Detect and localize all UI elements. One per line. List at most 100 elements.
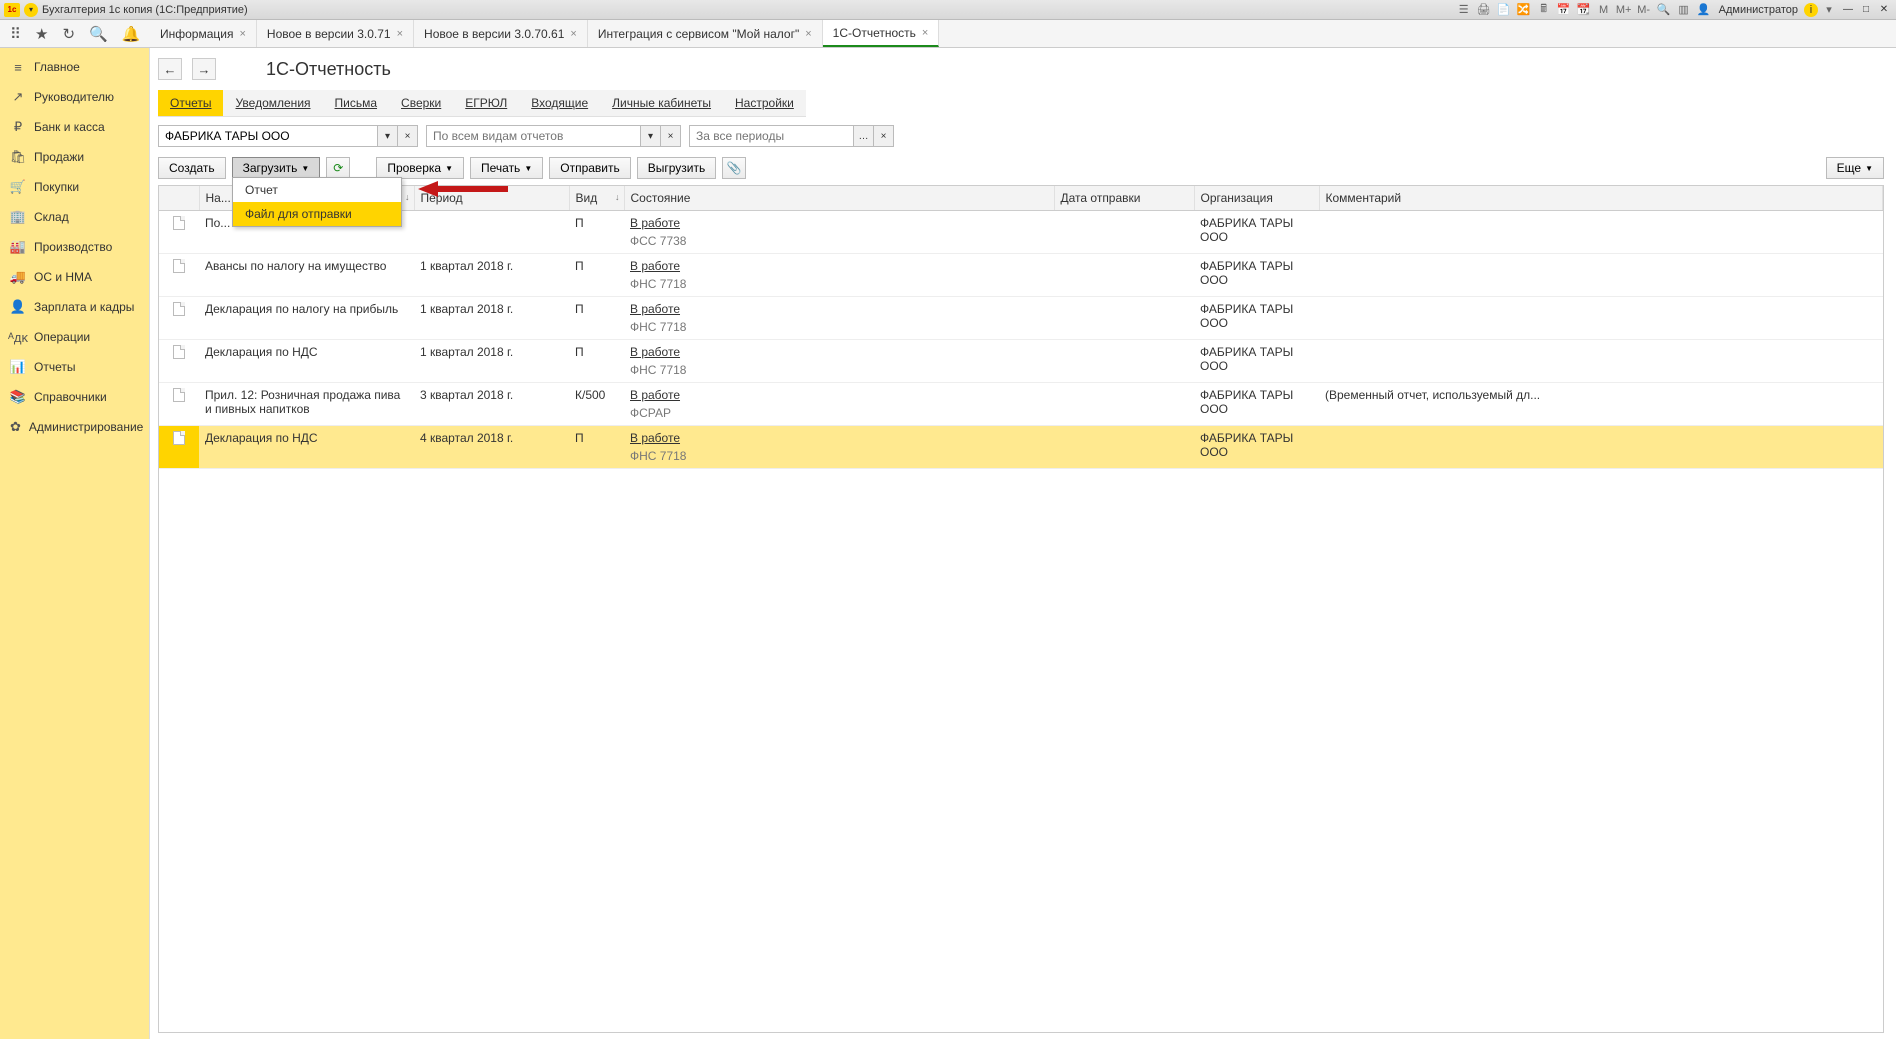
load-button[interactable]: Загрузить▼	[232, 157, 321, 179]
memory-mplus[interactable]: M+	[1615, 2, 1633, 18]
close-icon[interactable]: ×	[805, 28, 811, 40]
nav-back-button[interactable]: ←	[158, 58, 182, 80]
sidebar-item[interactable]: 👤Зарплата и кадры	[0, 292, 149, 322]
table-row[interactable]: По...ПВ работеФСС 7738ФАБРИКА ТАРЫ ООО	[159, 211, 1883, 254]
col-comment[interactable]: Комментарий	[1319, 186, 1883, 211]
maximize-icon[interactable]: □	[1858, 3, 1874, 17]
info-icon[interactable]: i	[1804, 3, 1818, 17]
more-button[interactable]: Еще▼	[1826, 157, 1884, 179]
period-more-button[interactable]: …	[854, 125, 874, 147]
table-row[interactable]: Прил. 12: Розничная продажа пива и пивны…	[159, 383, 1883, 426]
sidebar-item[interactable]: 🛍Продажи	[0, 142, 149, 172]
tab[interactable]: 1С-Отчетность×	[823, 20, 940, 47]
sidebar-item[interactable]: ≡Главное	[0, 52, 149, 82]
close-icon[interactable]: ×	[922, 27, 928, 39]
sidebar-item[interactable]: ✿Администрирование	[0, 412, 149, 442]
sidebar-item[interactable]: 🏭Производство	[0, 232, 149, 262]
subnav-item[interactable]: Входящие	[519, 90, 600, 116]
subnav-item[interactable]: Уведомления	[223, 90, 322, 116]
date-icon[interactable]: 📆	[1575, 2, 1593, 18]
dropdown-item-report[interactable]: Отчет	[233, 178, 401, 202]
unload-button[interactable]: Выгрузить	[637, 157, 717, 179]
col-org[interactable]: Организация	[1194, 186, 1319, 211]
col-icon[interactable]	[159, 186, 199, 211]
star-icon[interactable]: ★	[35, 24, 48, 44]
org-filter-input[interactable]	[158, 125, 378, 147]
print-icon[interactable]: 🖨	[1475, 2, 1493, 18]
print-button[interactable]: Печать▼	[470, 157, 543, 179]
col-date[interactable]: Дата отправки	[1054, 186, 1194, 211]
table-row[interactable]: Декларация по НДС1 квартал 2018 г.ПВ раб…	[159, 340, 1883, 383]
subnav-item[interactable]: Настройки	[723, 90, 806, 116]
compare-icon[interactable]: 🔀	[1515, 2, 1533, 18]
minimize-icon[interactable]: —	[1840, 3, 1856, 17]
state-link[interactable]: В работе	[630, 345, 1048, 359]
panel-icon[interactable]: ▥	[1675, 2, 1693, 18]
dropdown-circle-icon[interactable]: ▾	[24, 3, 38, 17]
period-clear-button[interactable]: ×	[874, 125, 894, 147]
table-row[interactable]: Декларация по НДС4 квартал 2018 г.ПВ раб…	[159, 426, 1883, 469]
kind-clear-button[interactable]: ×	[661, 125, 681, 147]
search-toolbar-icon[interactable]: 🔍	[89, 24, 108, 44]
sidebar-item[interactable]: 🚚ОС и НМА	[0, 262, 149, 292]
state-link[interactable]: В работе	[630, 259, 1048, 273]
search-icon[interactable]: 🔍	[1655, 2, 1673, 18]
subnav-item[interactable]: Отчеты	[158, 90, 223, 116]
period-filter-input[interactable]	[689, 125, 854, 147]
bell-icon[interactable]: 🔔	[122, 24, 141, 44]
subnav-item[interactable]: Личные кабинеты	[600, 90, 723, 116]
calc-icon[interactable]: 🖩	[1535, 2, 1553, 18]
tab[interactable]: Информация×	[150, 20, 257, 47]
attach-button[interactable]: 📎	[722, 157, 746, 179]
close-icon[interactable]: ✕	[1876, 3, 1892, 17]
table-row[interactable]: Декларация по налогу на прибыль1 квартал…	[159, 297, 1883, 340]
sidebar-item[interactable]: 🛒Покупки	[0, 172, 149, 202]
reports-table[interactable]: На...↓ Период Вид↓ Состояние Дата отправ…	[158, 185, 1884, 1033]
send-button[interactable]: Отправить	[549, 157, 631, 179]
sidebar-icon: 🚚	[10, 269, 26, 285]
document-icon[interactable]: 📄	[1495, 2, 1513, 18]
cell-org: ФАБРИКА ТАРЫ ООО	[1194, 426, 1319, 469]
close-icon[interactable]: ×	[239, 28, 245, 40]
sidebar-item[interactable]: ₽Банк и касса	[0, 112, 149, 142]
state-link[interactable]: В работе	[630, 431, 1048, 445]
memory-m[interactable]: M	[1595, 2, 1613, 18]
table-row[interactable]: Авансы по налогу на имущество1 квартал 2…	[159, 254, 1883, 297]
tab[interactable]: Новое в версии 3.0.70.61×	[414, 20, 588, 47]
memory-mminus[interactable]: M-	[1635, 2, 1653, 18]
refresh-button[interactable]: ⟳	[326, 157, 350, 179]
tab[interactable]: Интеграция с сервисом "Мой налог"×	[588, 20, 823, 47]
subnav-item[interactable]: Сверки	[389, 90, 453, 116]
subnav-item[interactable]: Письма	[323, 90, 390, 116]
subnav-item[interactable]: ЕГРЮЛ	[453, 90, 519, 116]
org-dropdown-button[interactable]: ▾	[378, 125, 398, 147]
dropdown-item-file[interactable]: Файл для отправки	[233, 202, 401, 226]
sidebar-icon: 📊	[10, 359, 26, 375]
kind-filter-input[interactable]	[426, 125, 641, 147]
kind-dropdown-button[interactable]: ▾	[641, 125, 661, 147]
state-link[interactable]: В работе	[630, 302, 1048, 316]
tab[interactable]: Новое в версии 3.0.71×	[257, 20, 414, 47]
close-icon[interactable]: ×	[397, 28, 403, 40]
cell-state: В работеФНС 7718	[624, 297, 1054, 340]
create-button[interactable]: Создать	[158, 157, 226, 179]
org-clear-button[interactable]: ×	[398, 125, 418, 147]
user-label[interactable]: Администратор	[1715, 4, 1802, 16]
info-drop-icon[interactable]: ▾	[1820, 2, 1838, 18]
col-vid[interactable]: Вид↓	[569, 186, 624, 211]
close-icon[interactable]: ×	[570, 28, 576, 40]
sidebar-item[interactable]: ᴬдᴋОперации	[0, 322, 149, 352]
col-state[interactable]: Состояние	[624, 186, 1054, 211]
check-button[interactable]: Проверка▼	[376, 157, 464, 179]
state-link[interactable]: В работе	[630, 388, 1048, 402]
apps-icon[interactable]: ⠿	[10, 24, 21, 44]
history-icon[interactable]: ↻	[62, 24, 75, 44]
sidebar-item[interactable]: 📚Справочники	[0, 382, 149, 412]
sidebar-item[interactable]: 🏢Склад	[0, 202, 149, 232]
toolbar-icon[interactable]: ☰	[1455, 2, 1473, 18]
calendar-icon[interactable]: 📅	[1555, 2, 1573, 18]
nav-forward-button[interactable]: →	[192, 58, 216, 80]
sidebar-item[interactable]: 📊Отчеты	[0, 352, 149, 382]
state-link[interactable]: В работе	[630, 216, 1048, 230]
sidebar-item[interactable]: ↗Руководителю	[0, 82, 149, 112]
